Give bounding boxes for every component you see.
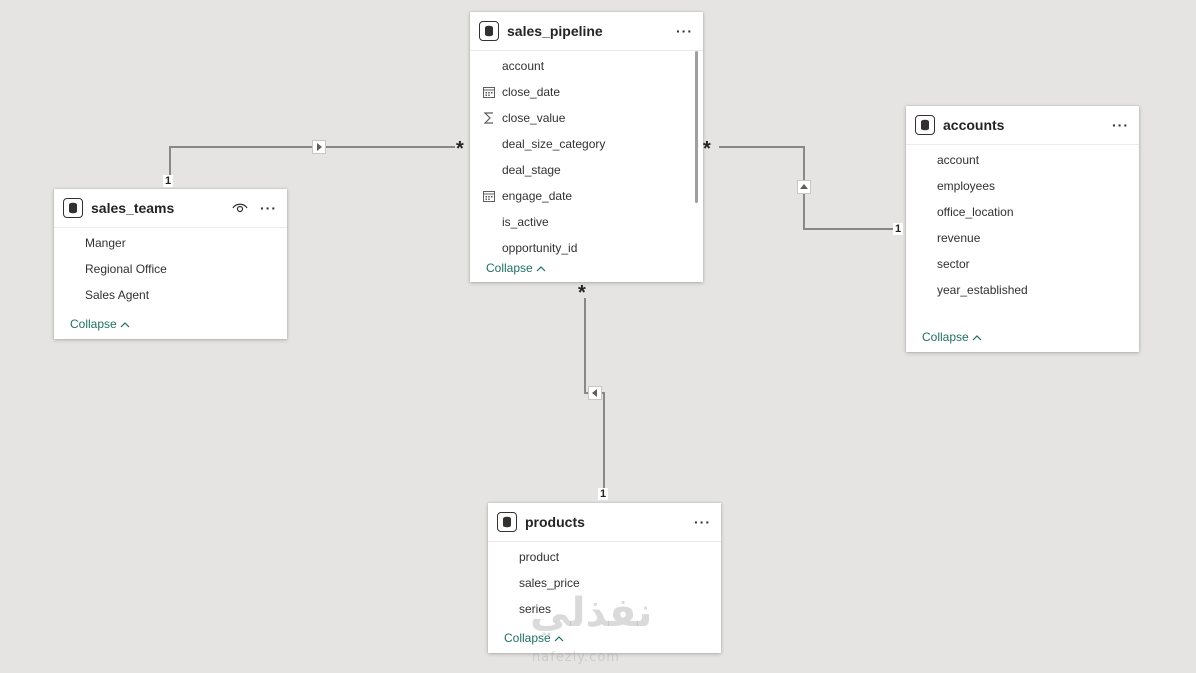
table-title: sales_teams	[91, 200, 175, 216]
field-item[interactable]: deal_stage	[470, 157, 703, 183]
collapse-button[interactable]: Collapse	[922, 330, 982, 344]
field-list[interactable]: account employees office_location revenu…	[906, 145, 1139, 303]
field-item[interactable]: year_established	[906, 277, 1139, 303]
chevron-up-icon	[120, 321, 130, 327]
field-item[interactable]: revenue	[906, 225, 1139, 251]
table-icon	[479, 21, 499, 41]
table-title: accounts	[943, 117, 1005, 133]
cardinality-one-marker: 1	[163, 175, 174, 187]
chevron-up-icon	[536, 265, 546, 271]
table-card-sales-teams[interactable]: sales_teams ··· Manger Regional Office S…	[54, 189, 287, 339]
model-canvas[interactable]: 1 * * 1 * 1 sales_pipeline ··· account c…	[0, 0, 1196, 673]
field-item[interactable]: Sales Agent	[54, 282, 287, 308]
field-item[interactable]: account	[906, 147, 1139, 173]
cardinality-one-marker: 1	[598, 488, 609, 500]
filter-direction-left-icon[interactable]	[588, 386, 602, 400]
table-title: sales_pipeline	[507, 23, 603, 39]
field-item[interactable]: sector	[906, 251, 1139, 277]
field-item[interactable]: employees	[906, 173, 1139, 199]
more-options-icon[interactable]: ···	[260, 200, 277, 216]
cardinality-many-marker: *	[578, 282, 586, 304]
field-list[interactable]: account close_date close_value deal_size…	[470, 51, 703, 261]
field-item[interactable]: close_date	[470, 79, 703, 105]
field-item[interactable]: close_value	[470, 105, 703, 131]
more-options-icon[interactable]: ···	[676, 23, 693, 39]
sigma-icon	[483, 112, 499, 124]
table-card-accounts[interactable]: accounts ··· account employees office_lo…	[906, 106, 1139, 352]
table-header[interactable]: accounts ···	[906, 106, 1139, 145]
field-item[interactable]: product	[488, 544, 721, 570]
cardinality-one-marker: 1	[893, 223, 904, 235]
field-item[interactable]: engage_date	[470, 183, 703, 209]
table-card-sales-pipeline[interactable]: sales_pipeline ··· account close_date cl…	[470, 12, 703, 282]
field-item[interactable]: Manger	[54, 230, 287, 256]
chevron-up-icon	[972, 334, 982, 340]
field-list[interactable]: Manger Regional Office Sales Agent	[54, 228, 287, 308]
calendar-icon	[483, 86, 499, 98]
table-icon	[497, 512, 517, 532]
field-item[interactable]: office_location	[906, 199, 1139, 225]
collapse-button[interactable]: Collapse	[486, 261, 546, 275]
field-item[interactable]: Regional Office	[54, 256, 287, 282]
collapse-button[interactable]: Collapse	[70, 317, 130, 331]
cardinality-many-marker: *	[703, 138, 711, 160]
watermark-logo: نفذلي	[530, 590, 653, 636]
watermark-url: nafezly.com	[532, 650, 620, 665]
more-options-icon[interactable]: ···	[694, 514, 711, 530]
table-icon	[63, 198, 83, 218]
filter-direction-right-icon[interactable]	[312, 140, 326, 154]
field-item[interactable]: deal_size_category	[470, 131, 703, 157]
table-header[interactable]: products ···	[488, 503, 721, 542]
field-item[interactable]: opportunity_id	[470, 235, 703, 255]
more-options-icon[interactable]: ···	[1112, 117, 1129, 133]
filter-direction-up-icon[interactable]	[797, 180, 811, 194]
table-title: products	[525, 514, 585, 530]
field-item[interactable]: is_active	[470, 209, 703, 235]
calendar-icon	[483, 190, 499, 202]
scrollbar[interactable]	[695, 51, 698, 203]
field-item[interactable]: account	[470, 53, 703, 79]
table-icon	[915, 115, 935, 135]
visibility-eye-icon[interactable]	[232, 202, 248, 214]
table-header[interactable]: sales_teams ···	[54, 189, 287, 228]
table-header[interactable]: sales_pipeline ···	[470, 12, 703, 51]
cardinality-many-marker: *	[456, 138, 464, 160]
